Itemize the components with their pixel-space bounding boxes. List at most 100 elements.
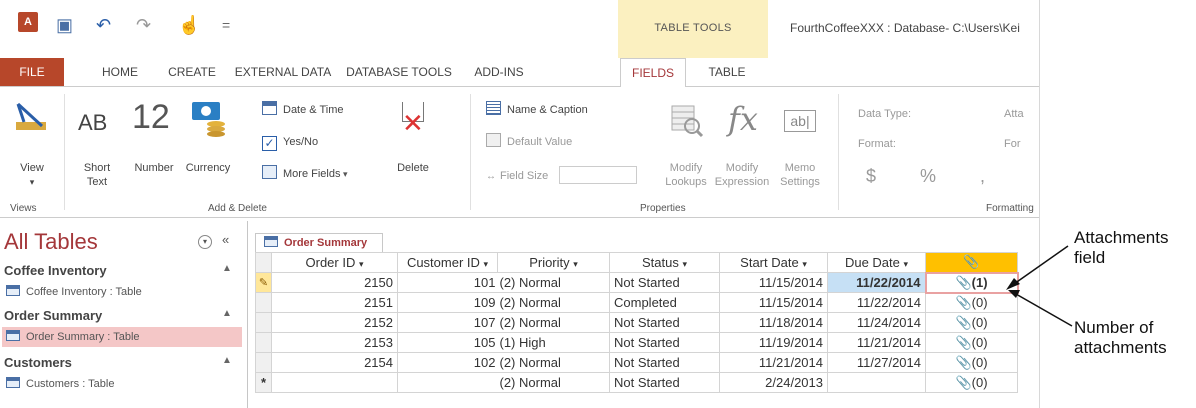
cell-due-date[interactable]: 11/21/2014 xyxy=(827,332,926,353)
cell-customer-id[interactable]: 101 xyxy=(397,272,498,293)
table-row[interactable]: 2151 109 (2) Normal Completed 11/15/2014… xyxy=(255,292,1018,313)
cell-status[interactable]: Not Started xyxy=(609,372,720,393)
cell-status[interactable]: Completed xyxy=(609,292,720,313)
tab-home[interactable]: HOME xyxy=(90,58,150,86)
sort-dropdown-icon[interactable]: ▾ xyxy=(573,259,578,269)
cell-order-id[interactable]: 2151 xyxy=(271,292,398,313)
nav-item-customers[interactable]: Customers : Table xyxy=(6,377,236,395)
cell-status[interactable]: Not Started xyxy=(609,332,720,353)
field-size-input[interactable] xyxy=(558,166,637,184)
touch-mode-icon[interactable]: ☝ xyxy=(178,14,200,36)
nav-group-header-order-summary[interactable]: Order Summary xyxy=(4,308,102,323)
table-row[interactable]: 2152 107 (2) Normal Not Started 11/18/20… xyxy=(255,312,1018,333)
name-caption-button[interactable]: Name & Caption xyxy=(486,100,626,120)
percent-format-button[interactable]: % xyxy=(920,166,936,187)
column-header-start-date[interactable]: Start Date ▾ xyxy=(719,252,828,273)
collapse-group-icon[interactable]: ▲ xyxy=(222,308,232,319)
save-icon[interactable]: ▣ xyxy=(56,14,73,36)
comma-format-button[interactable]: , xyxy=(980,166,985,187)
nav-item-coffee-inventory[interactable]: Coffee Inventory : Table xyxy=(6,285,236,303)
date-time-button[interactable]: Date & Time xyxy=(262,100,372,120)
nav-group-header-coffee-inventory[interactable]: Coffee Inventory xyxy=(4,263,107,278)
currency-button[interactable]: Currency xyxy=(182,96,234,188)
nav-group-header-customers[interactable]: Customers xyxy=(4,355,72,370)
collapse-group-icon[interactable]: ▲ xyxy=(222,263,232,274)
cell-start-date[interactable]: 11/19/2014 xyxy=(719,332,828,353)
cell-start-date[interactable]: 2/24/2013 xyxy=(719,372,828,393)
cell-status[interactable]: Not Started xyxy=(609,272,720,293)
cell-priority[interactable]: (1) High xyxy=(497,332,610,353)
cell-start-date[interactable]: 11/18/2014 xyxy=(719,312,828,333)
tab-add-ins[interactable]: ADD-INS xyxy=(464,58,534,86)
record-selector[interactable] xyxy=(255,332,272,353)
cell-customer-id[interactable]: 109 xyxy=(397,292,498,313)
cell-due-date[interactable]: 11/22/2014 xyxy=(827,272,926,293)
tab-file[interactable]: FILE xyxy=(0,58,64,86)
cell-priority[interactable]: (2) Normal xyxy=(497,312,610,333)
tab-database-tools[interactable]: DATABASE TOOLS xyxy=(342,58,456,86)
sort-dropdown-icon[interactable]: ▾ xyxy=(802,259,807,269)
currency-format-button[interactable]: $ xyxy=(866,166,876,187)
cell-order-id[interactable]: 2153 xyxy=(271,332,398,353)
sort-dropdown-icon[interactable]: ▾ xyxy=(359,259,364,269)
column-header-priority[interactable]: Priority ▾ xyxy=(497,252,610,273)
record-selector[interactable]: ✎ xyxy=(255,272,272,293)
cell-status[interactable]: Not Started xyxy=(609,312,720,333)
cell-order-id[interactable]: 2154 xyxy=(271,352,398,373)
document-tab-order-summary[interactable]: Order Summary xyxy=(255,233,383,253)
table-row[interactable]: 2153 105 (1) High Not Started 11/19/2014… xyxy=(255,332,1018,353)
sort-dropdown-icon[interactable]: ▾ xyxy=(682,259,687,269)
short-text-button[interactable]: AB Short Text xyxy=(72,96,122,188)
memo-settings-button[interactable]: ab| Memo Settings xyxy=(772,96,828,188)
cell-priority[interactable]: (2) Normal xyxy=(497,352,610,373)
cell-due-date[interactable]: 11/27/2014 xyxy=(827,352,926,373)
delete-field-button[interactable]: ✕ Delete xyxy=(388,96,438,188)
cell-customer-id[interactable]: 105 xyxy=(397,332,498,353)
cell-due-date[interactable] xyxy=(827,372,926,393)
cell-start-date[interactable]: 11/21/2014 xyxy=(719,352,828,373)
tab-fields[interactable]: FIELDS xyxy=(620,58,686,87)
data-type-value[interactable]: Atta xyxy=(1004,108,1024,121)
cell-attachments[interactable]: 📎(0) xyxy=(925,352,1018,373)
default-value-button[interactable]: Default Value xyxy=(486,132,626,152)
view-button[interactable]: View ▾ xyxy=(4,96,60,188)
cell-status[interactable]: Not Started xyxy=(609,352,720,373)
undo-icon[interactable]: ↶ xyxy=(96,14,111,36)
new-record-selector[interactable]: * xyxy=(255,372,272,393)
column-header-status[interactable]: Status ▾ xyxy=(609,252,720,273)
cell-order-id[interactable]: 2150 xyxy=(271,272,398,293)
customize-qat-icon[interactable]: = xyxy=(222,14,230,36)
record-selector[interactable] xyxy=(255,352,272,373)
tab-table[interactable]: TABLE xyxy=(694,58,760,86)
format-value[interactable]: For xyxy=(1004,138,1021,151)
tab-external-data[interactable]: EXTERNAL DATA xyxy=(232,58,334,86)
number-button[interactable]: 12 Number xyxy=(128,96,180,188)
cell-priority[interactable]: (2) Normal xyxy=(497,372,610,393)
modify-lookups-button[interactable]: Modify Lookups xyxy=(660,96,712,188)
more-fields-button[interactable]: More Fields ▾ xyxy=(262,164,372,184)
shutter-bar-close-icon[interactable]: « xyxy=(222,232,229,247)
table-row[interactable]: ✎ 2150 101 (2) Normal Not Started 11/15/… xyxy=(255,271,1019,294)
nav-dropdown-icon[interactable]: ▾ xyxy=(198,235,212,249)
redo-icon[interactable]: ↷ xyxy=(136,14,151,36)
cell-attachments[interactable]: 📎(0) xyxy=(925,372,1018,393)
cell-start-date[interactable]: 11/15/2014 xyxy=(719,292,828,313)
record-selector[interactable] xyxy=(255,292,272,313)
table-row[interactable]: 2154 102 (2) Normal Not Started 11/21/20… xyxy=(255,352,1018,373)
select-all-cell[interactable] xyxy=(255,252,272,273)
cell-customer-id[interactable]: 102 xyxy=(397,352,498,373)
nav-item-order-summary[interactable]: Order Summary : Table xyxy=(2,327,242,347)
column-header-customer-id[interactable]: Customer ID ▾ xyxy=(397,252,498,273)
column-header-due-date[interactable]: Due Date ▾ xyxy=(827,252,926,273)
modify-expression-button[interactable]: fx Modify Expression xyxy=(712,96,772,188)
cell-due-date[interactable]: 11/22/2014 xyxy=(827,292,926,313)
cell-priority[interactable]: (2) Normal xyxy=(497,292,610,313)
sort-dropdown-icon[interactable]: ▾ xyxy=(484,259,489,269)
new-record-row[interactable]: * (2) Normal Not Started 2/24/2013 📎(0) xyxy=(255,372,1018,393)
sort-dropdown-icon[interactable]: ▾ xyxy=(904,259,909,269)
record-selector[interactable] xyxy=(255,312,272,333)
collapse-group-icon[interactable]: ▲ xyxy=(222,355,232,366)
cell-priority[interactable]: (2) Normal xyxy=(497,272,610,293)
cell-customer-id[interactable]: 107 xyxy=(397,312,498,333)
column-header-order-id[interactable]: Order ID ▾ xyxy=(271,252,398,273)
